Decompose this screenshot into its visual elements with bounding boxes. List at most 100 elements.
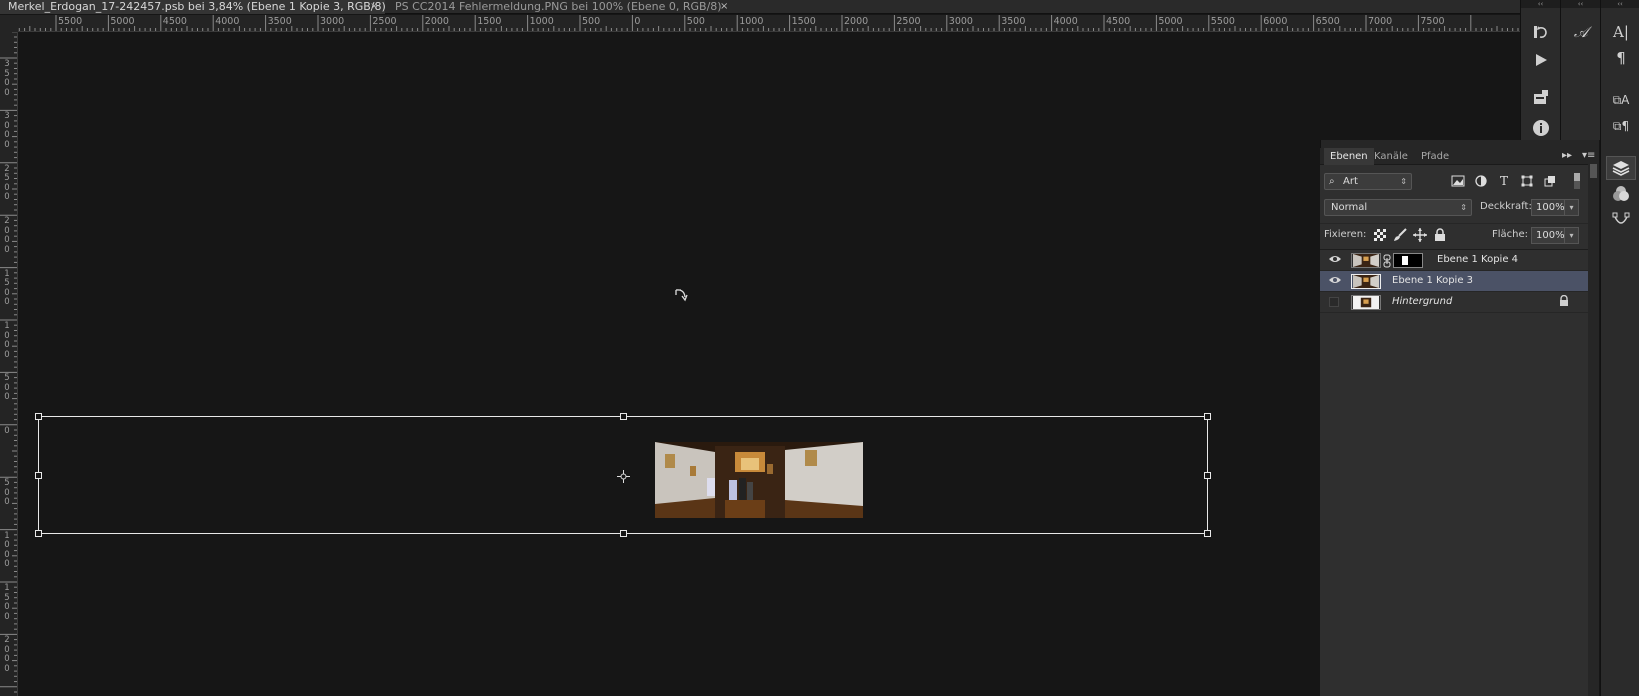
layer-filter-value: Art [1343, 176, 1358, 187]
document-tab-bar: Merkel_Erdogan_17-242457.psb bei 3,84% (… [0, 0, 1520, 14]
layer-row-ebene-1-kopie-4[interactable]: Ebene 1 Kopie 4 [1320, 250, 1588, 271]
layer-name: Hintergrund [1392, 296, 1453, 307]
play-icon[interactable] [1526, 48, 1556, 72]
filter-type-layers-icon[interactable]: T [1496, 173, 1512, 189]
lock-image-pixels-brush-icon[interactable] [1392, 227, 1408, 243]
document-tab-fehlermeldung[interactable]: PS CC2014 Fehlermeldung.PNG bei 100% (Eb… [387, 0, 727, 14]
channels-icon[interactable] [1606, 182, 1636, 206]
blend-mode-select[interactable]: Normal ⇕ [1324, 199, 1472, 216]
ruler-label: 1 5 0 0 [4, 268, 10, 308]
visibility-eye-icon[interactable] [1328, 254, 1342, 266]
layer-row-ebene-1-kopie-3[interactable]: Ebene 1 Kopie 3 [1320, 271, 1588, 292]
panel-dock-2: ‹‹ 𝒜 [1560, 0, 1600, 140]
dock-collapse-button[interactable]: ‹‹ [1601, 0, 1639, 8]
layers-panel-scrollbar[interactable] [1588, 162, 1599, 696]
layer-thumbnail [1351, 274, 1381, 289]
transform-handle-middle-right[interactable] [1204, 472, 1211, 479]
ruler-label: 5000 [1158, 16, 1183, 27]
chevron-updown-icon: ⇕ [1400, 177, 1407, 186]
paths-icon[interactable] [1606, 208, 1636, 232]
filter-smart-objects-icon[interactable] [1542, 173, 1558, 189]
layer-image-preview [655, 442, 863, 518]
ruler-label: 500 [686, 16, 705, 27]
opacity-input[interactable]: 100% [1531, 199, 1565, 216]
link-icon[interactable] [1383, 254, 1391, 268]
ruler-label: 3000 [320, 16, 345, 27]
ruler-label: 1500 [477, 16, 502, 27]
ruler-label: 4500 [162, 16, 187, 27]
tab-paths[interactable]: Pfade [1415, 148, 1455, 165]
layers-icon[interactable] [1606, 156, 1636, 180]
ruler-label: 1 5 0 0 [4, 583, 10, 622]
rotate-cursor-icon [675, 289, 688, 302]
layer-mask-thumbnail[interactable] [1393, 253, 1423, 268]
glyph-icon[interactable]: 𝒜 [1566, 20, 1596, 44]
transform-handle-top-right[interactable] [1204, 413, 1211, 420]
vertical-ruler[interactable]: 3 5 0 0 3 0 0 0 2 5 0 0 2 0 0 0 1 5 0 0 1 0 0… [0, 32, 18, 696]
lock-all-icon[interactable] [1432, 227, 1448, 243]
layer-thumbnail [1351, 253, 1381, 268]
layer-filter-row: ⌕ Art ⇕ T [1320, 171, 1588, 193]
opacity-label: Deckkraft: [1480, 201, 1532, 212]
ruler-label: 500 [582, 16, 601, 27]
transform-handle-bottom-left[interactable] [35, 530, 42, 537]
fill-dropdown-button[interactable]: ▾ [1565, 227, 1579, 244]
scrollbar-thumb[interactable] [1590, 164, 1597, 178]
ruler-label: 1500 [791, 16, 816, 27]
close-tab-icon[interactable]: × [370, 0, 378, 14]
tab-layers[interactable]: Ebenen [1324, 148, 1374, 165]
tab-channels[interactable]: Kanäle [1368, 148, 1414, 165]
fill-label: Fläche: [1492, 229, 1529, 240]
ruler-label: 7500 [1420, 16, 1445, 27]
panel-menu-icon[interactable]: ▾≡ [1582, 150, 1595, 161]
transform-handle-middle-left[interactable] [35, 472, 42, 479]
lock-transparent-pixels-icon[interactable] [1372, 227, 1388, 243]
filter-shape-layers-icon[interactable] [1519, 173, 1535, 189]
ruler-label: 4000 [215, 16, 240, 27]
paragraph-icon[interactable]: ¶ [1606, 46, 1636, 70]
transform-handle-bottom-right[interactable] [1204, 530, 1211, 537]
layer-locked-icon[interactable] [1559, 295, 1569, 307]
cube-info-icon[interactable] [1526, 86, 1556, 110]
character-styles-icon[interactable]: ⧉A [1606, 88, 1636, 112]
lock-fill-row: Fixieren: Fläche: 100% ▾ [1320, 223, 1588, 245]
close-tab-icon[interactable]: × [720, 0, 727, 14]
blend-opacity-row: Normal ⇕ Deckkraft: 100% ▾ [1320, 197, 1588, 219]
ruler-label: 6500 [1315, 16, 1340, 27]
filter-pixel-layers-icon[interactable] [1450, 173, 1466, 189]
dock-collapse-button[interactable]: ‹‹ [1521, 0, 1560, 8]
visibility-toggle-empty[interactable] [1329, 297, 1339, 307]
layer-row-hintergrund[interactable]: Hintergrund [1320, 292, 1588, 313]
opacity-dropdown-button[interactable]: ▾ [1565, 199, 1579, 216]
lock-position-move-icon[interactable] [1412, 227, 1428, 243]
ruler-label: 1 0 0 0 [4, 530, 10, 570]
ruler-origin[interactable] [0, 15, 18, 32]
filter-toggle-switch[interactable] [1572, 173, 1582, 189]
panel-collapse-icon[interactable]: ▸▸ [1562, 150, 1572, 161]
info-icon[interactable] [1526, 116, 1556, 140]
ruler-label: 3 0 0 0 [4, 111, 10, 150]
fill-input[interactable]: 100% [1531, 227, 1565, 244]
history-icon[interactable] [1526, 20, 1556, 44]
ruler-label: 3 5 0 0 [4, 59, 10, 98]
lock-label: Fixieren: [1324, 229, 1367, 240]
filter-adjustment-layers-icon[interactable] [1473, 173, 1489, 189]
document-tab-merkel[interactable]: Merkel_Erdogan_17-242457.psb bei 3,84% (… [0, 0, 385, 14]
transform-reference-point-icon[interactable] [617, 470, 630, 483]
transform-handle-bottom-center[interactable] [620, 530, 627, 537]
paragraph-styles-icon[interactable]: ⧉¶ [1606, 114, 1636, 138]
visibility-eye-icon[interactable] [1328, 275, 1342, 287]
panel-dock-3: ‹‹ A| ¶ ⧉A ⧉¶ [1600, 0, 1639, 696]
transform-handle-top-left[interactable] [35, 413, 42, 420]
ruler-label: 2 0 0 0 [4, 635, 10, 674]
ruler-label: 5500 [1210, 16, 1235, 27]
document-canvas[interactable] [19, 33, 1319, 696]
ruler-label: 3500 [267, 16, 292, 27]
document-tab-title: PS CC2014 Fehlermeldung.PNG bei 100% (Eb… [395, 0, 722, 13]
ruler-label: 1000 [529, 16, 554, 27]
horizontal-ruler[interactable]: 5500 5000 4500 4000 3500 3000 2500 2000 1500 1000… [18, 15, 1520, 32]
layer-filter-select[interactable]: ⌕ Art ⇕ [1324, 173, 1412, 190]
dock-collapse-button[interactable]: ‹‹ [1561, 0, 1600, 8]
character-icon[interactable]: A| [1606, 20, 1636, 44]
transform-handle-top-center[interactable] [620, 413, 627, 420]
